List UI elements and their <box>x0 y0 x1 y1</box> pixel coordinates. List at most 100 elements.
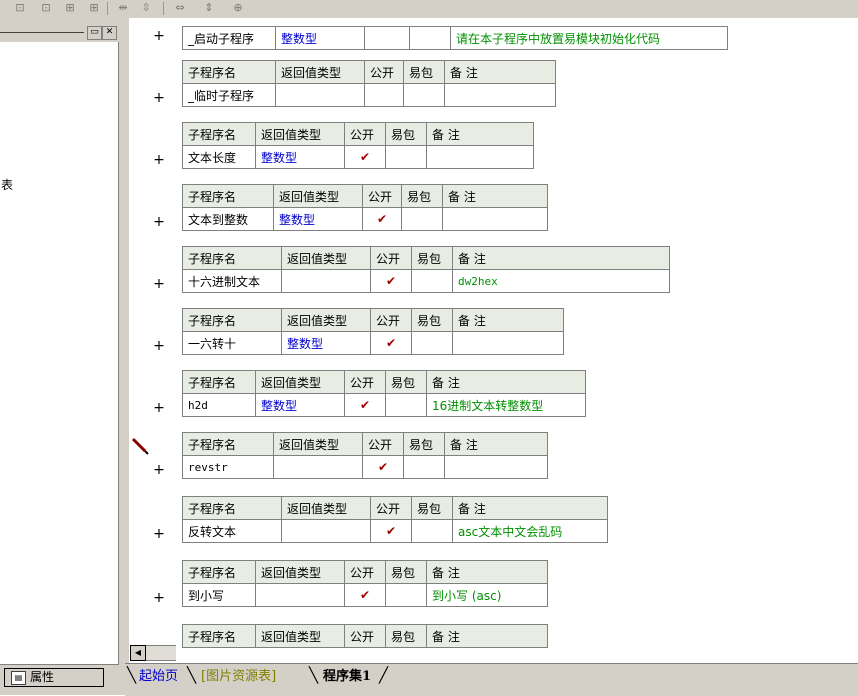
subroutine-name[interactable]: 反转文本 <box>182 519 282 543</box>
header-name: 子程序名 <box>182 122 256 146</box>
return-type[interactable]: 整数型 <box>275 26 365 50</box>
subroutine-name[interactable]: _临时子程序 <box>182 83 276 107</box>
toolbar: ⊡ ⊡ ⊞ ⊞ ⇹ ⇳ ⇔ ⇕ ⊕ <box>0 0 858 19</box>
horizontal-scrollbar[interactable]: ◀ <box>130 645 178 661</box>
header-remark: 备 注 <box>444 60 556 84</box>
return-type[interactable] <box>275 83 365 107</box>
public-flag[interactable]: ✔ <box>344 583 386 607</box>
header-easy-pack: 易包 <box>385 560 427 584</box>
public-flag[interactable]: ✔ <box>344 393 386 417</box>
return-type[interactable]: 整数型 <box>255 393 345 417</box>
easy-pack-flag[interactable] <box>401 207 443 231</box>
header-public: 公开 <box>344 560 386 584</box>
return-type[interactable] <box>281 269 371 293</box>
expand-icon[interactable]: + <box>153 214 165 230</box>
expand-icon[interactable]: + <box>153 338 165 354</box>
expand-icon[interactable]: + <box>153 462 165 478</box>
public-flag[interactable]: ✔ <box>362 455 404 479</box>
remark[interactable] <box>426 145 534 169</box>
header-return-type: 返回值类型 <box>273 184 363 208</box>
remark[interactable] <box>444 455 548 479</box>
scroll-left-icon[interactable]: ◀ <box>130 645 146 661</box>
easy-pack-flag[interactable] <box>403 83 445 107</box>
header-remark: 备 注 <box>452 496 608 520</box>
header-easy-pack: 易包 <box>403 60 445 84</box>
project-tree[interactable]: 表 <box>0 42 119 665</box>
header-public: 公开 <box>364 60 404 84</box>
public-flag[interactable]: ✔ <box>344 145 386 169</box>
public-flag[interactable] <box>364 26 410 50</box>
tree-item-fragment[interactable]: 表 <box>1 176 13 193</box>
return-type[interactable]: 整数型 <box>255 145 345 169</box>
toolbar-center-icon[interactable]: ⊡ <box>38 1 54 15</box>
bottom-tab-bar: ╲ 起始页 ╲ [图片资源表] ╲ 程序集1 ╱ <box>125 663 858 696</box>
return-type[interactable]: 整数型 <box>281 331 371 355</box>
toolbar-spacing-icon[interactable]: ⊞ <box>86 1 102 15</box>
subroutine-name[interactable]: 到小写 <box>182 583 256 607</box>
toolbar-width-icon[interactable]: ⇔ <box>172 1 188 15</box>
remark[interactable] <box>452 331 564 355</box>
subroutine-name[interactable]: 一六转十 <box>182 331 282 355</box>
return-type[interactable]: 整数型 <box>273 207 363 231</box>
header-remark: 备 注 <box>452 308 564 332</box>
easy-pack-flag[interactable] <box>385 583 427 607</box>
easy-pack-flag[interactable] <box>403 455 445 479</box>
tab-program-set[interactable]: 程序集1 <box>321 668 373 686</box>
expand-icon[interactable]: + <box>153 400 165 416</box>
expand-icon[interactable]: + <box>153 152 165 168</box>
toolbar-distribute-icon[interactable]: ⊞ <box>62 1 78 15</box>
code-editor[interactable]: + _启动子程序 整数型 请在本子程序中放置易模块初始化代码 + 子程序名 返回… <box>125 18 858 663</box>
easy-pack-flag[interactable] <box>409 26 451 50</box>
tab-image-resources[interactable]: [图片资源表] <box>199 668 278 686</box>
subroutine-table: 子程序名 返回值类型 公开 易包 备 注 文本到整数 整数型 ✔ <box>182 184 548 231</box>
expand-icon[interactable]: + <box>153 276 165 292</box>
return-type[interactable] <box>273 455 363 479</box>
toolbar-vspace-icon[interactable]: ⇳ <box>138 1 154 15</box>
toolbar-height-icon[interactable]: ⇕ <box>201 1 217 15</box>
remark[interactable]: 到小写 (asc) <box>426 583 548 607</box>
close-icon[interactable]: ✕ <box>102 26 117 40</box>
easy-pack-flag[interactable] <box>385 393 427 417</box>
subroutine-name[interactable]: 文本长度 <box>182 145 256 169</box>
subroutine-name[interactable]: h2d <box>182 393 256 417</box>
header-public: 公开 <box>362 432 404 456</box>
panel-grip[interactable] <box>0 32 84 33</box>
remark[interactable]: 16进制文本转整数型 <box>426 393 586 417</box>
tab-start-page[interactable]: 起始页 <box>137 668 180 686</box>
properties-tab[interactable]: ▤ 属性 <box>4 668 104 687</box>
header-easy-pack: 易包 <box>403 432 445 456</box>
expand-icon[interactable]: + <box>153 590 165 606</box>
return-type[interactable] <box>281 519 371 543</box>
tab-divider: ╱ <box>379 666 389 684</box>
toolbar-align-icon[interactable]: ⊡ <box>12 1 28 15</box>
header-easy-pack: 易包 <box>411 496 453 520</box>
subroutine-name[interactable]: 文本到整数 <box>182 207 274 231</box>
toolbar-size-icon[interactable]: ⊕ <box>230 1 246 15</box>
remark[interactable]: dw2hex <box>452 269 670 293</box>
public-flag[interactable] <box>364 83 404 107</box>
expand-icon[interactable]: + <box>153 28 165 44</box>
subroutine-table: 子程序名 返回值类型 公开 易包 备 注 一六转十 整数型 ✔ <box>182 308 564 355</box>
remark[interactable]: asc文本中文会乱码 <box>452 519 608 543</box>
return-type[interactable] <box>255 583 345 607</box>
public-flag[interactable]: ✔ <box>370 269 412 293</box>
public-flag[interactable]: ✔ <box>370 519 412 543</box>
public-flag[interactable]: ✔ <box>370 331 412 355</box>
easy-pack-flag[interactable] <box>385 145 427 169</box>
expand-icon[interactable]: + <box>153 90 165 106</box>
toolbar-hspace-icon[interactable]: ⇹ <box>115 1 131 15</box>
expand-icon[interactable]: + <box>153 526 165 542</box>
subroutine-name[interactable]: revstr <box>182 455 274 479</box>
remark[interactable] <box>444 83 556 107</box>
header-name: 子程序名 <box>182 624 256 648</box>
public-flag[interactable]: ✔ <box>362 207 402 231</box>
easy-pack-flag[interactable] <box>411 269 453 293</box>
remark[interactable]: 请在本子程序中放置易模块初始化代码 <box>450 26 728 50</box>
subroutine-name[interactable]: 十六进制文本 <box>182 269 282 293</box>
minimize-icon[interactable]: ▭ <box>87 26 102 40</box>
scroll-track[interactable] <box>146 645 176 661</box>
easy-pack-flag[interactable] <box>411 331 453 355</box>
easy-pack-flag[interactable] <box>411 519 453 543</box>
remark[interactable] <box>442 207 548 231</box>
subroutine-name[interactable]: _启动子程序 <box>182 26 276 50</box>
